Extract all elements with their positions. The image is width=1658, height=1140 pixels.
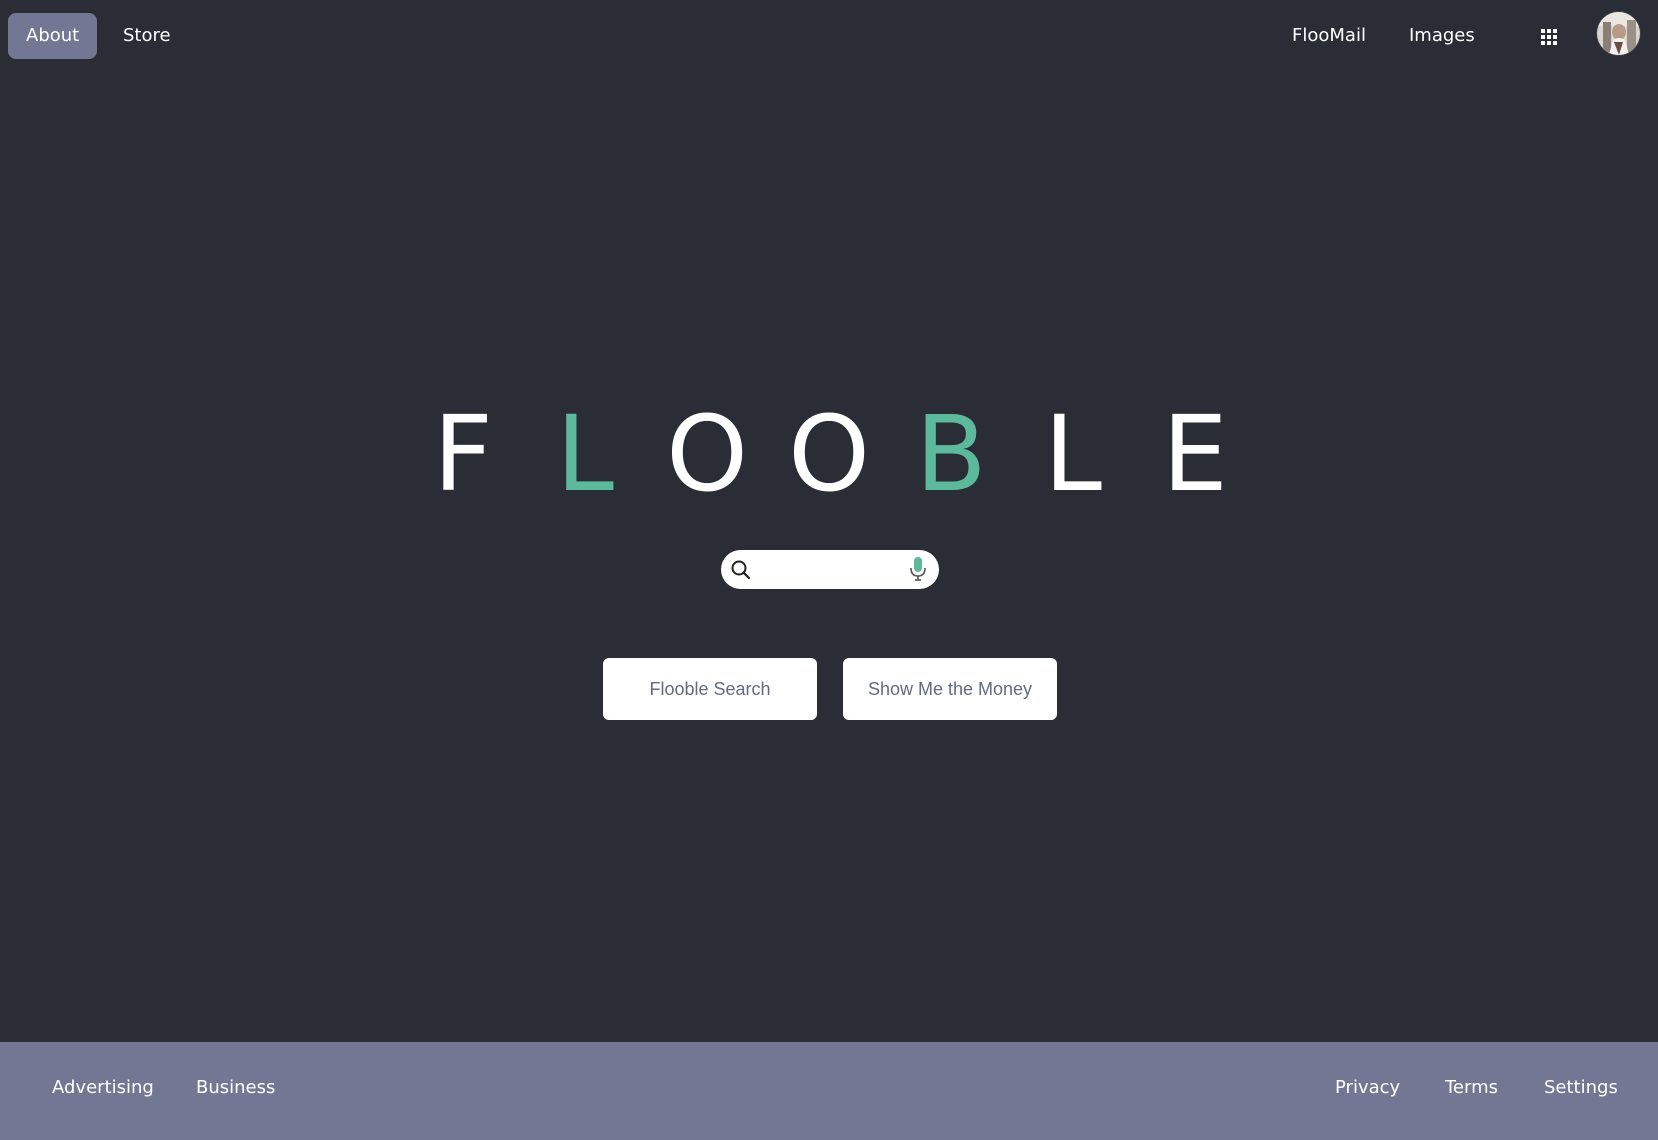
footer-link-business[interactable]: Business <box>196 1077 275 1098</box>
logo-letter: O <box>666 393 748 515</box>
logo-letter: E <box>1162 393 1228 515</box>
search-input[interactable] <box>761 556 905 585</box>
logo-letter: L <box>1044 393 1102 515</box>
search-icon <box>730 559 752 581</box>
user-avatar[interactable] <box>1597 12 1640 55</box>
footer-link-privacy[interactable]: Privacy <box>1335 1077 1400 1098</box>
top-navigation: About Store FlooMail Images <box>0 0 1658 72</box>
logo-letter: B <box>915 393 987 515</box>
logo-letter: O <box>788 393 870 515</box>
footer: Advertising Business Privacy Terms Setti… <box>0 1042 1658 1140</box>
show-me-the-money-button[interactable]: Show Me the Money <box>843 658 1057 720</box>
footer-link-terms[interactable]: Terms <box>1445 1077 1498 1098</box>
nav-link-store[interactable]: Store <box>123 13 171 59</box>
flooble-search-button[interactable]: Flooble Search <box>603 658 817 720</box>
apps-grid-icon[interactable] <box>1537 25 1561 49</box>
microphone-icon[interactable] <box>907 555 929 583</box>
search-bar[interactable] <box>721 550 939 589</box>
footer-link-settings[interactable]: Settings <box>1544 1077 1618 1098</box>
logo-letter: F <box>433 393 493 515</box>
nav-link-images[interactable]: Images <box>1409 13 1475 59</box>
nav-link-floomail[interactable]: FlooMail <box>1292 13 1366 59</box>
footer-link-advertising[interactable]: Advertising <box>52 1077 154 1098</box>
flooble-logo: FLOOBLE <box>0 402 1658 506</box>
nav-link-about[interactable]: About <box>8 13 98 59</box>
logo-letter: L <box>556 393 614 515</box>
